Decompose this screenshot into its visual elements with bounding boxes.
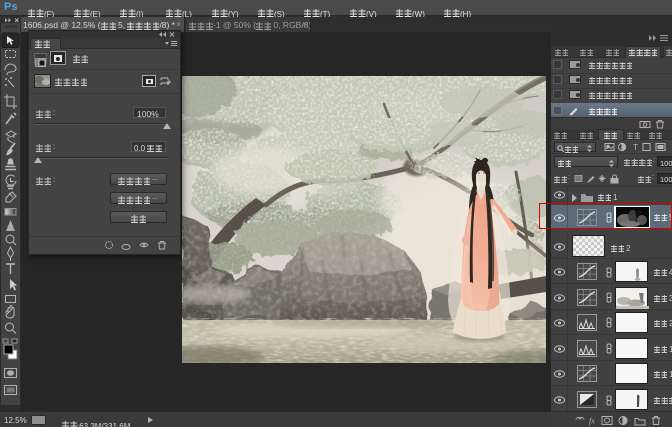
svg-text:fx: fx xyxy=(589,417,595,426)
svg-text:T: T xyxy=(633,142,638,152)
